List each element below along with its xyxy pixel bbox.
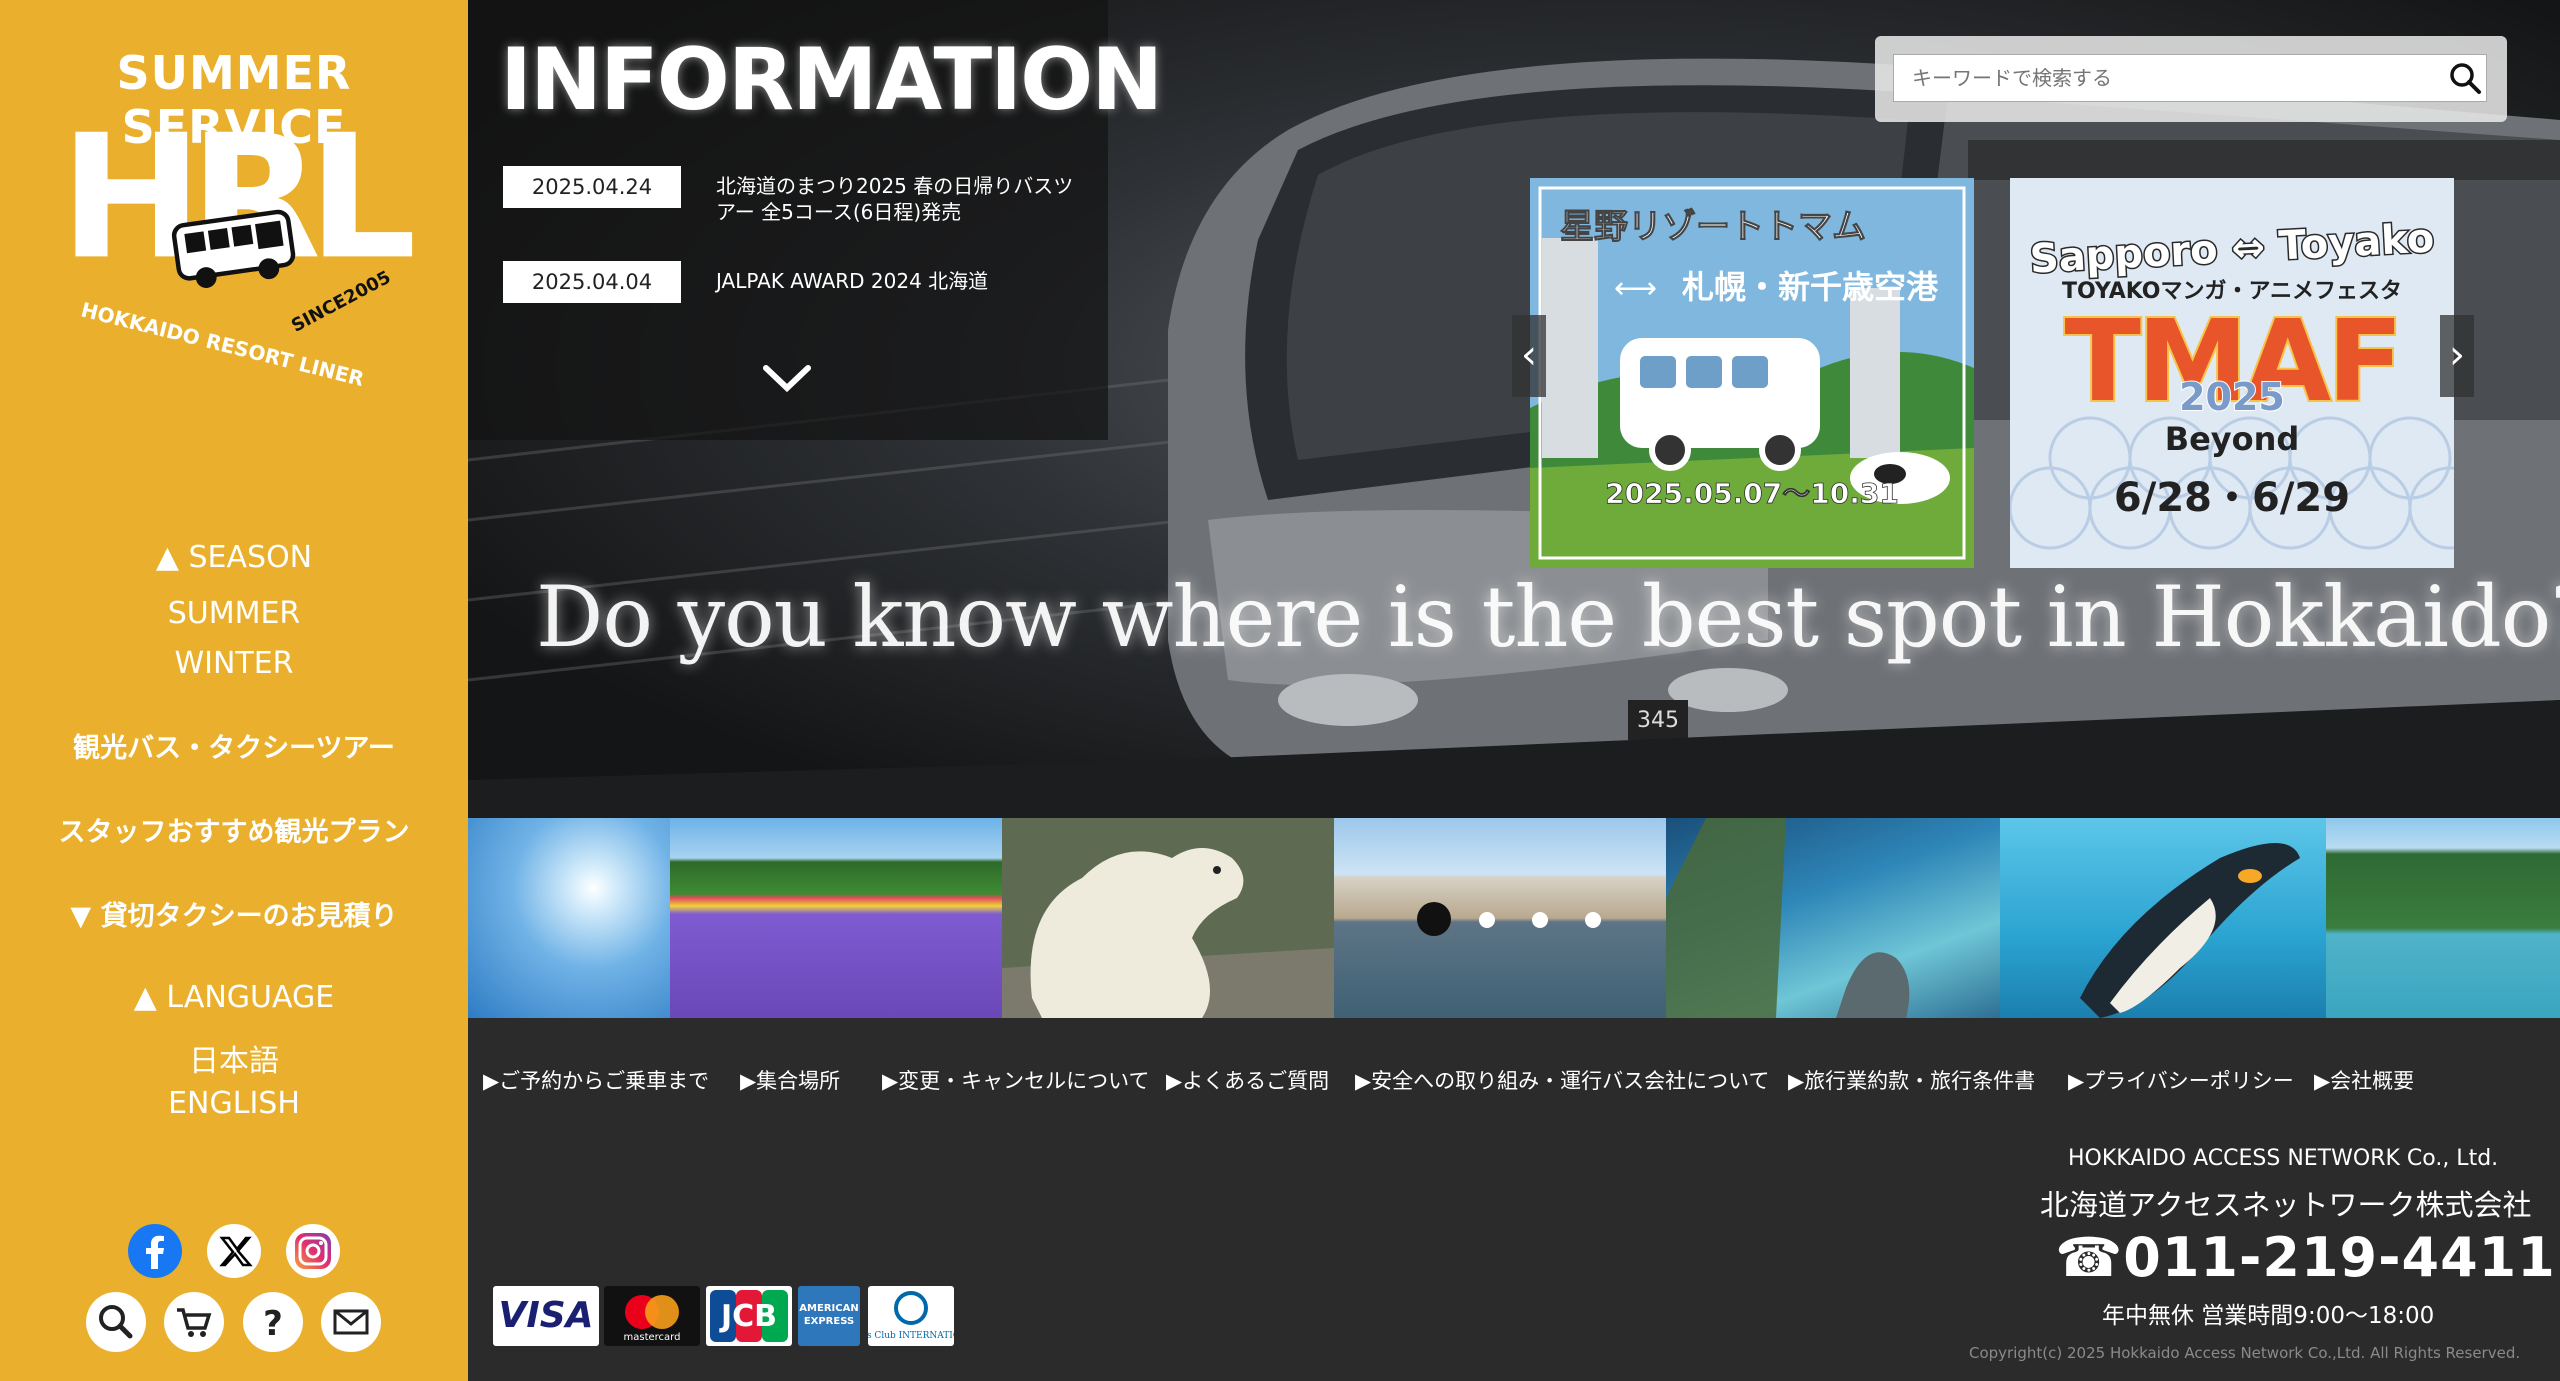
mastercard-icon: mastercard: [604, 1286, 700, 1346]
photo-otaru-canal: [1334, 818, 1666, 1018]
search-input[interactable]: [1893, 54, 2487, 102]
banner-year: 2025: [2179, 375, 2285, 419]
carousel-dot-active[interactable]: [1417, 902, 1451, 936]
banner-title: 星野リゾートトマム: [1560, 207, 1866, 247]
triangle-up-icon: ▲: [133, 980, 157, 1015]
triangle-down-icon: ▼: [70, 901, 92, 932]
help-icon: ?: [263, 1304, 283, 1344]
svg-text:Diners Club INTERNATIONAL: Diners Club INTERNATIONAL: [868, 1331, 954, 1341]
phone-row[interactable]: ☎011-219-4411: [2055, 1226, 2556, 1289]
company-name-en: HOKKAIDO ACCESS NETWORK Co., Ltd.: [2068, 1146, 2499, 1171]
search-icon: [99, 1305, 133, 1339]
carousel-next-button[interactable]: ›: [2440, 315, 2474, 397]
footer-link-safety[interactable]: ▶安全への取り組み・運行バス会社について: [1355, 1065, 1770, 1095]
mail-icon: [333, 1309, 369, 1335]
banner-tomamu[interactable]: 星野リゾートトマム ⟷ 札幌・新千歳空港 2025.05.07〜10.31: [1530, 178, 1974, 568]
footer-link-faq[interactable]: ▶よくあるご質問: [1166, 1065, 1329, 1095]
business-hours: 年中無休 営業時間9:00〜18:00: [2102, 1303, 2435, 1329]
news-date: 2025.04.04: [503, 261, 681, 303]
copyright: Copyright(c) 2025 Hokkaido Access Networ…: [1969, 1344, 2521, 1362]
hero-tagline: Do you know where is the best spot in Ho…: [536, 568, 2560, 666]
jcb-card-icon: JCB: [706, 1286, 792, 1346]
banner-route: 札幌・新千歳空港: [1682, 268, 1939, 306]
language-header[interactable]: ▲ LANGUAGE: [0, 980, 468, 1015]
photo-polar-bear: [1002, 818, 1334, 1018]
news-item-link[interactable]: JALPAK AWARD 2024 北海道: [716, 268, 1076, 294]
news-item-link[interactable]: 北海道のまつり2025 春の日帰りバスツアー 全5コース(6日程)発売: [716, 173, 1076, 225]
mail-icon-button[interactable]: [321, 1292, 381, 1352]
language-japanese-link[interactable]: 日本語: [0, 1036, 468, 1080]
footer-link-company[interactable]: ▶会社概要: [2314, 1065, 2414, 1095]
svg-text:JCB: JCB: [719, 1299, 777, 1334]
help-icon-button[interactable]: ?: [243, 1292, 303, 1352]
season-winter-link[interactable]: WINTER: [0, 646, 468, 681]
diners-club-card-icon: Diners Club INTERNATIONAL: [868, 1286, 954, 1346]
search-icon-button[interactable]: [86, 1292, 146, 1352]
banner-arrow-icon: ⟷: [1614, 271, 1657, 306]
company-name-ja: 北海道アクセスネットワーク株式会社: [2040, 1188, 2532, 1222]
footer-link-terms[interactable]: ▶旅行業約款・旅行条件書: [1788, 1065, 2035, 1095]
tour-link[interactable]: 観光バス・タクシーツアー: [0, 726, 468, 765]
phone-number[interactable]: 011-219-4411: [2123, 1226, 2556, 1289]
footer-link-cancellation[interactable]: ▶変更・キャンセルについて: [882, 1065, 1150, 1095]
carousel-dot[interactable]: [1585, 912, 1601, 928]
hrl-logo[interactable]: HRL HOKKAIDO RESORT LINER SINCE2005: [16, 130, 456, 420]
taxi-estimate-link[interactable]: ▼ 貸切タクシーのお見積り: [0, 894, 468, 933]
news-date: 2025.04.24: [503, 166, 681, 208]
phone-icon: ☎: [2055, 1226, 2124, 1289]
carousel-prev-button[interactable]: ‹: [1512, 315, 1546, 397]
banner-theme: Beyond: [2165, 420, 2300, 458]
language-english-link[interactable]: ENGLISH: [0, 1086, 468, 1121]
banner-dates: 6/28・6/29: [2114, 475, 2350, 521]
photo-blue-pond: [2326, 818, 2560, 1018]
footer-link-meeting-point[interactable]: ▶集合場所: [740, 1065, 840, 1095]
svg-text:?: ?: [263, 1304, 283, 1344]
chevron-down-icon[interactable]: [760, 360, 814, 396]
svg-text:345: 345: [1637, 708, 1679, 733]
cart-icon: [177, 1308, 212, 1337]
footer-link-privacy[interactable]: ▶プライバシーポリシー: [2068, 1065, 2294, 1095]
facebook-icon[interactable]: [127, 1223, 183, 1279]
carousel-dot[interactable]: [1532, 912, 1548, 928]
footer-link-reservation[interactable]: ▶ご予約からご乗車まで: [483, 1065, 709, 1095]
season-summer-link[interactable]: SUMMER: [0, 596, 468, 631]
season-header[interactable]: ▲ SEASON: [0, 540, 468, 575]
information-title: INFORMATION: [500, 30, 1163, 130]
triangle-up-icon: ▲: [155, 540, 179, 575]
photo-penguin: [2000, 818, 2326, 1018]
svg-text:mastercard: mastercard: [624, 1332, 681, 1343]
x-icon[interactable]: [206, 1223, 262, 1279]
banner-dates: 2025.05.07〜10.31: [1605, 477, 1899, 510]
banner-tmaf[interactable]: Sapporo ⇔ Toyako TOYAKOマンガ・アニメフェスタ TMAF …: [2010, 178, 2454, 568]
carousel-dot[interactable]: [1479, 912, 1495, 928]
photo-lavender-field: [670, 818, 1002, 1018]
cart-icon-button[interactable]: [164, 1292, 224, 1352]
photo-coastal-rocks: [1666, 818, 2000, 1018]
search-icon[interactable]: [2447, 60, 2483, 96]
amex-card-icon: AMERICAN EXPRESS: [798, 1286, 860, 1346]
photo-sun-sky: [468, 818, 670, 1018]
instagram-icon[interactable]: [285, 1223, 341, 1279]
staff-plan-link[interactable]: スタッフおすすめ観光プラン: [0, 810, 468, 849]
visa-card-icon: VISA: [493, 1286, 599, 1346]
